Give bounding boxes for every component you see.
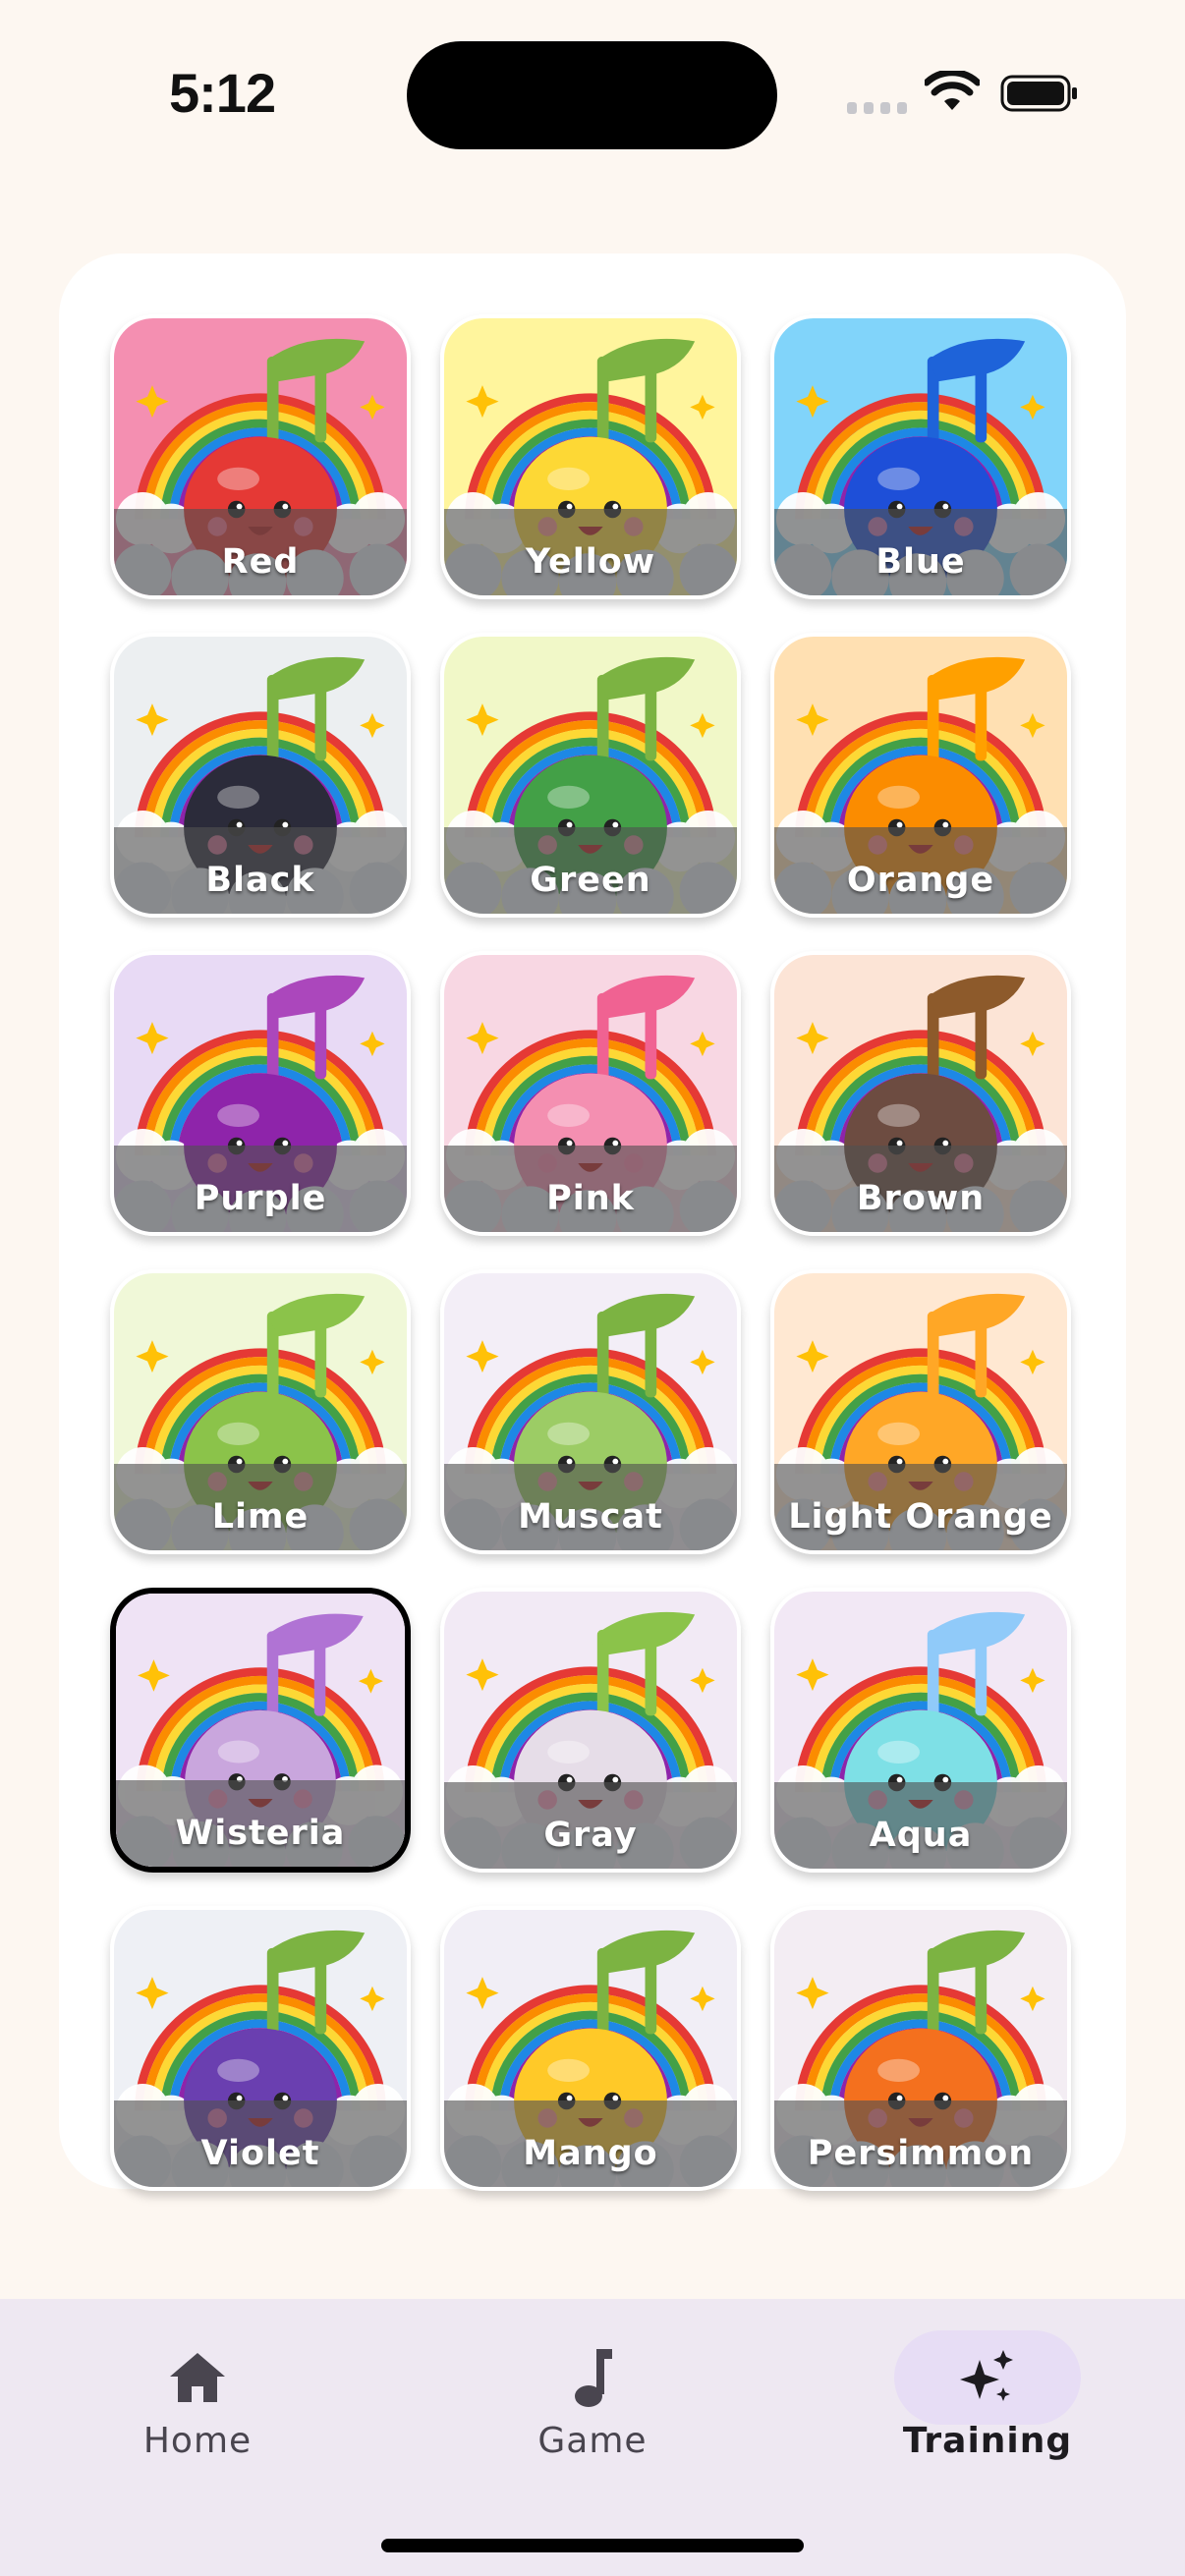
color-tile-lime[interactable]: Lime — [110, 1269, 411, 1554]
battery-icon — [1000, 75, 1077, 112]
nav-item-home[interactable]: Home — [50, 2299, 345, 2495]
nav-training-icon-container — [894, 2330, 1081, 2425]
nav-game-icon-container — [499, 2330, 686, 2425]
wifi-icon — [925, 71, 980, 110]
nav-label-game: Game — [537, 2421, 648, 2461]
tile-label: Red — [221, 542, 300, 582]
tile-label: Blue — [875, 542, 966, 582]
tile-label: Wisteria — [175, 1814, 346, 1853]
nav-label-home: Home — [142, 2421, 253, 2461]
color-tile-aqua[interactable]: Aqua — [770, 1588, 1071, 1873]
color-tile-persimmon[interactable]: Persimmon — [770, 1906, 1071, 2191]
color-tile-blue[interactable]: Blue — [770, 314, 1071, 599]
status-time: 5:12 — [169, 62, 276, 124]
color-tile-light-orange[interactable]: Light Orange — [770, 1269, 1071, 1554]
color-tile-black[interactable]: Black — [110, 633, 411, 918]
tile-label: Mango — [523, 2134, 658, 2173]
tile-label: Gray — [543, 1816, 638, 1855]
tile-label: Yellow — [525, 542, 656, 582]
tile-label: Persimmon — [807, 2134, 1035, 2173]
tile-label: Purple — [194, 1179, 327, 1218]
dynamic-island — [407, 41, 777, 149]
color-tile-brown[interactable]: Brown — [770, 951, 1071, 1236]
tile-label: Lime — [211, 1497, 310, 1537]
nav-item-training[interactable]: Training — [840, 2299, 1135, 2495]
color-tile-mango[interactable]: Mango — [440, 1906, 741, 2191]
tile-label: Violet — [200, 2134, 320, 2173]
tile-label: Orange — [846, 861, 995, 900]
tile-label: Aqua — [869, 1816, 973, 1855]
color-tile-purple[interactable]: Purple — [110, 951, 411, 1236]
sparkles-icon — [960, 2350, 1013, 2401]
color-grid-card: Red Yellow Blue Black Green Orange Purpl… — [59, 253, 1126, 2191]
color-tile-green[interactable]: Green — [440, 633, 741, 918]
home-icon — [170, 2353, 225, 2402]
color-tile-muscat[interactable]: Muscat — [440, 1269, 741, 1554]
color-tile-violet[interactable]: Violet — [110, 1906, 411, 2191]
nav-home-icon-container — [104, 2330, 291, 2425]
tile-label: Light Orange — [788, 1497, 1053, 1537]
tile-label: Brown — [856, 1179, 986, 1218]
color-tile-gray[interactable]: Gray — [440, 1588, 741, 1873]
nav-item-game[interactable]: Game — [445, 2299, 740, 2495]
color-tile-red[interactable]: Red — [110, 314, 411, 599]
music-note-icon — [575, 2349, 612, 2407]
tile-label: Muscat — [518, 1497, 663, 1537]
color-tile-orange[interactable]: Orange — [770, 633, 1071, 918]
tile-label: Green — [530, 861, 651, 900]
color-tile-yellow[interactable]: Yellow — [440, 314, 741, 599]
home-indicator — [381, 2539, 804, 2552]
bottom-navigation: Home Game Training — [0, 2299, 1185, 2576]
color-tile-wisteria[interactable]: Wisteria — [110, 1588, 411, 1873]
tile-label: Pink — [546, 1179, 635, 1218]
nav-label-training: Training — [902, 2421, 1073, 2461]
color-tile-pink[interactable]: Pink — [440, 951, 741, 1236]
tile-label: Black — [205, 861, 315, 900]
cellular-signal-icon — [847, 102, 908, 114]
